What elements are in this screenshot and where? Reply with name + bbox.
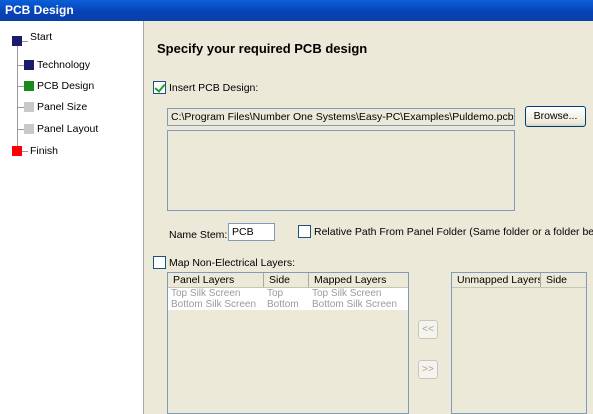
step-finish[interactable]: Finish [12, 145, 58, 157]
step-finish-marker-icon [12, 146, 22, 156]
name-stem-input[interactable]: PCB [228, 223, 275, 241]
step-technology-label: Technology [37, 59, 91, 71]
column-header-unmapped-layers[interactable]: Unmapped Layers [452, 273, 541, 287]
browse-button[interactable]: Browse... [525, 106, 586, 127]
step-start-marker-icon [12, 36, 22, 46]
name-stem-label: Name Stem: [169, 229, 228, 241]
unmapped-layers-header: Unmapped Layers Side [452, 273, 586, 288]
map-layers-checkbox[interactable]: Map Non-Electrical Layers: [153, 256, 295, 269]
step-pcb-design[interactable]: PCB Design [17, 80, 94, 92]
step-finish-label: Finish [30, 145, 59, 157]
pcb-path-field[interactable]: C:\Program Files\Number One Systems\Easy… [167, 108, 515, 126]
move-right-button[interactable]: >> [418, 360, 438, 379]
insert-pcb-design-check-icon[interactable] [153, 81, 166, 94]
pcb-preview-box [167, 130, 515, 211]
move-left-button[interactable]: << [418, 320, 438, 339]
step-panel-layout-marker-icon [24, 124, 34, 134]
column-header-unmapped-side[interactable]: Side [541, 273, 586, 287]
step-panel-size[interactable]: Panel Size [17, 101, 87, 113]
insert-pcb-design-checkbox[interactable]: Insert PCB Design: [153, 81, 258, 94]
column-header-panel-layers[interactable]: Panel Layers [168, 273, 264, 287]
map-layers-check-icon[interactable] [153, 256, 166, 269]
pcb-design-page: Specify your required PCB design Insert … [145, 21, 593, 414]
relative-path-checkbox[interactable]: Relative Path From Panel Folder (Same fo… [298, 225, 593, 238]
step-pcb-design-marker-icon [24, 81, 34, 91]
page-heading: Specify your required PCB design [157, 41, 368, 56]
step-panel-layout-label: Panel Layout [37, 123, 99, 135]
step-technology-marker-icon [24, 60, 34, 70]
window-title: PCB Design [5, 3, 74, 17]
unmapped-layers-table[interactable]: Unmapped Layers Side [451, 272, 587, 414]
step-start[interactable]: Start [12, 31, 52, 46]
step-start-label: Start [30, 31, 53, 43]
step-panel-layout[interactable]: Panel Layout [17, 123, 98, 135]
table-row[interactable]: Bottom Silk Screen Bottom Bottom Silk Sc… [168, 299, 408, 310]
relative-path-check-icon[interactable] [298, 225, 311, 238]
step-technology[interactable]: Technology [17, 59, 90, 71]
table-row[interactable]: Top Silk Screen Top Top Silk Screen [168, 288, 408, 299]
layer-mapping-table[interactable]: Panel Layers Side Mapped Layers Top Silk… [167, 272, 409, 414]
map-layers-label: Map Non-Electrical Layers: [169, 256, 296, 269]
step-panel-size-label: Panel Size [37, 101, 88, 113]
step-panel-size-marker-icon [24, 102, 34, 112]
column-header-side[interactable]: Side [264, 273, 309, 287]
wizard-steps-panel: Start Technology PCB Design Panel Size P… [0, 21, 144, 414]
column-header-mapped-layers[interactable]: Mapped Layers [309, 273, 408, 287]
relative-path-label: Relative Path From Panel Folder (Same fo… [314, 225, 593, 238]
step-pcb-design-label: PCB Design [37, 80, 95, 92]
insert-pcb-design-label: Insert PCB Design: [169, 81, 259, 94]
title-bar: PCB Design [0, 0, 593, 21]
layer-mapping-header: Panel Layers Side Mapped Layers [168, 273, 408, 288]
